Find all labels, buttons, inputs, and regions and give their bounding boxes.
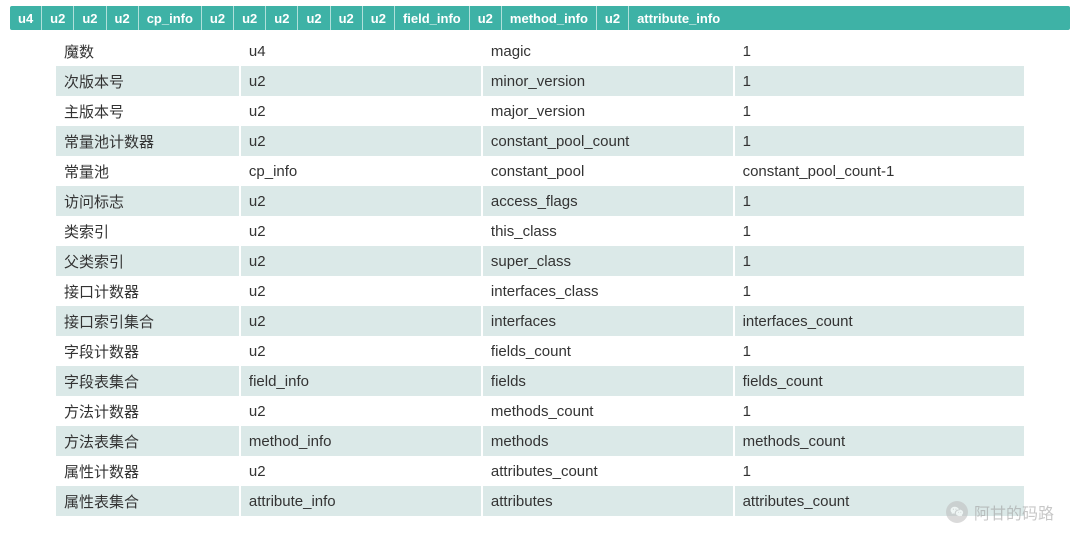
cell-type: u2 <box>240 216 482 246</box>
cell-count: 1 <box>734 186 1024 216</box>
table-row: 属性表集合attribute_infoattributesattributes_… <box>56 486 1024 516</box>
cell-desc: 类索引 <box>56 216 240 246</box>
table-row: 访问标志u2access_flags1 <box>56 186 1024 216</box>
cell-name: constant_pool_count <box>482 126 734 156</box>
cell-name: major_version <box>482 96 734 126</box>
cell-name: constant_pool <box>482 156 734 186</box>
table-row: 常量池cp_infoconstant_poolconstant_pool_cou… <box>56 156 1024 186</box>
cell-name: fields <box>482 366 734 396</box>
header-cell: u2 <box>42 6 74 30</box>
cell-name: interfaces <box>482 306 734 336</box>
cell-desc: 属性表集合 <box>56 486 240 516</box>
cell-count: 1 <box>734 66 1024 96</box>
header-cell: u2 <box>107 6 139 30</box>
cell-desc: 主版本号 <box>56 96 240 126</box>
cell-type: u2 <box>240 336 482 366</box>
cell-count: 1 <box>734 216 1024 246</box>
cell-count: 1 <box>734 36 1024 66</box>
cell-type: attribute_info <box>240 486 482 516</box>
cell-name: super_class <box>482 246 734 276</box>
cell-name: minor_version <box>482 66 734 96</box>
cell-count: 1 <box>734 126 1024 156</box>
header-cell: cp_info <box>139 6 202 30</box>
cell-name: this_class <box>482 216 734 246</box>
cell-name: methods <box>482 426 734 456</box>
cell-name: attributes <box>482 486 734 516</box>
cell-type: u2 <box>240 276 482 306</box>
cell-desc: 常量池 <box>56 156 240 186</box>
header-cell: u2 <box>597 6 629 30</box>
cell-desc: 接口索引集合 <box>56 306 240 336</box>
structure-header: u4u2u2u2cp_infou2u2u2u2u2u2field_infou2m… <box>10 6 1070 30</box>
cell-desc: 父类索引 <box>56 246 240 276</box>
table-row: 父类索引u2super_class1 <box>56 246 1024 276</box>
cell-count: interfaces_count <box>734 306 1024 336</box>
cell-count: 1 <box>734 336 1024 366</box>
header-cell: field_info <box>395 6 470 30</box>
class-file-table: 魔数u4magic1次版本号u2minor_version1主版本号u2majo… <box>56 36 1024 516</box>
cell-desc: 字段计数器 <box>56 336 240 366</box>
header-cell: u2 <box>234 6 266 30</box>
cell-count: attributes_count <box>734 486 1024 516</box>
header-cell: attribute_info <box>629 6 1070 30</box>
cell-count: 1 <box>734 246 1024 276</box>
cell-type: u2 <box>240 66 482 96</box>
cell-type: u2 <box>240 186 482 216</box>
cell-count: 1 <box>734 456 1024 486</box>
header-cell: u2 <box>298 6 330 30</box>
table-row: 类索引u2this_class1 <box>56 216 1024 246</box>
header-cell: u2 <box>202 6 234 30</box>
table-row: 次版本号u2minor_version1 <box>56 66 1024 96</box>
cell-count: 1 <box>734 96 1024 126</box>
cell-count: 1 <box>734 396 1024 426</box>
cell-type: u2 <box>240 396 482 426</box>
header-cell: u2 <box>266 6 298 30</box>
table-row: 魔数u4magic1 <box>56 36 1024 66</box>
table-row: 主版本号u2major_version1 <box>56 96 1024 126</box>
header-cell: method_info <box>502 6 597 30</box>
cell-desc: 访问标志 <box>56 186 240 216</box>
cell-type: field_info <box>240 366 482 396</box>
cell-type: method_info <box>240 426 482 456</box>
cell-desc: 方法计数器 <box>56 396 240 426</box>
cell-count: constant_pool_count-1 <box>734 156 1024 186</box>
table-row: 方法表集合method_infomethodsmethods_count <box>56 426 1024 456</box>
cell-type: u2 <box>240 246 482 276</box>
cell-name: magic <box>482 36 734 66</box>
cell-type: u4 <box>240 36 482 66</box>
cell-name: fields_count <box>482 336 734 366</box>
table-row: 属性计数器u2attributes_count1 <box>56 456 1024 486</box>
cell-name: methods_count <box>482 396 734 426</box>
table-row: 常量池计数器u2constant_pool_count1 <box>56 126 1024 156</box>
header-cell: u4 <box>10 6 42 30</box>
cell-type: u2 <box>240 456 482 486</box>
cell-desc: 次版本号 <box>56 66 240 96</box>
header-cell: u2 <box>470 6 502 30</box>
cell-name: attributes_count <box>482 456 734 486</box>
class-file-table-wrap: 魔数u4magic1次版本号u2minor_version1主版本号u2majo… <box>56 36 1024 516</box>
cell-desc: 魔数 <box>56 36 240 66</box>
cell-type: u2 <box>240 96 482 126</box>
cell-desc: 方法表集合 <box>56 426 240 456</box>
table-row: 字段表集合field_infofieldsfields_count <box>56 366 1024 396</box>
cell-desc: 字段表集合 <box>56 366 240 396</box>
cell-name: interfaces_class <box>482 276 734 306</box>
cell-desc: 接口计数器 <box>56 276 240 306</box>
header-cell: u2 <box>74 6 106 30</box>
header-cell: u2 <box>363 6 395 30</box>
cell-count: 1 <box>734 276 1024 306</box>
cell-name: access_flags <box>482 186 734 216</box>
cell-desc: 属性计数器 <box>56 456 240 486</box>
table-row: 方法计数器u2methods_count1 <box>56 396 1024 426</box>
cell-type: cp_info <box>240 156 482 186</box>
table-row: 字段计数器u2fields_count1 <box>56 336 1024 366</box>
table-row: 接口索引集合u2interfacesinterfaces_count <box>56 306 1024 336</box>
cell-count: methods_count <box>734 426 1024 456</box>
header-cell: u2 <box>331 6 363 30</box>
cell-count: fields_count <box>734 366 1024 396</box>
cell-type: u2 <box>240 126 482 156</box>
cell-type: u2 <box>240 306 482 336</box>
table-row: 接口计数器u2interfaces_class1 <box>56 276 1024 306</box>
cell-desc: 常量池计数器 <box>56 126 240 156</box>
